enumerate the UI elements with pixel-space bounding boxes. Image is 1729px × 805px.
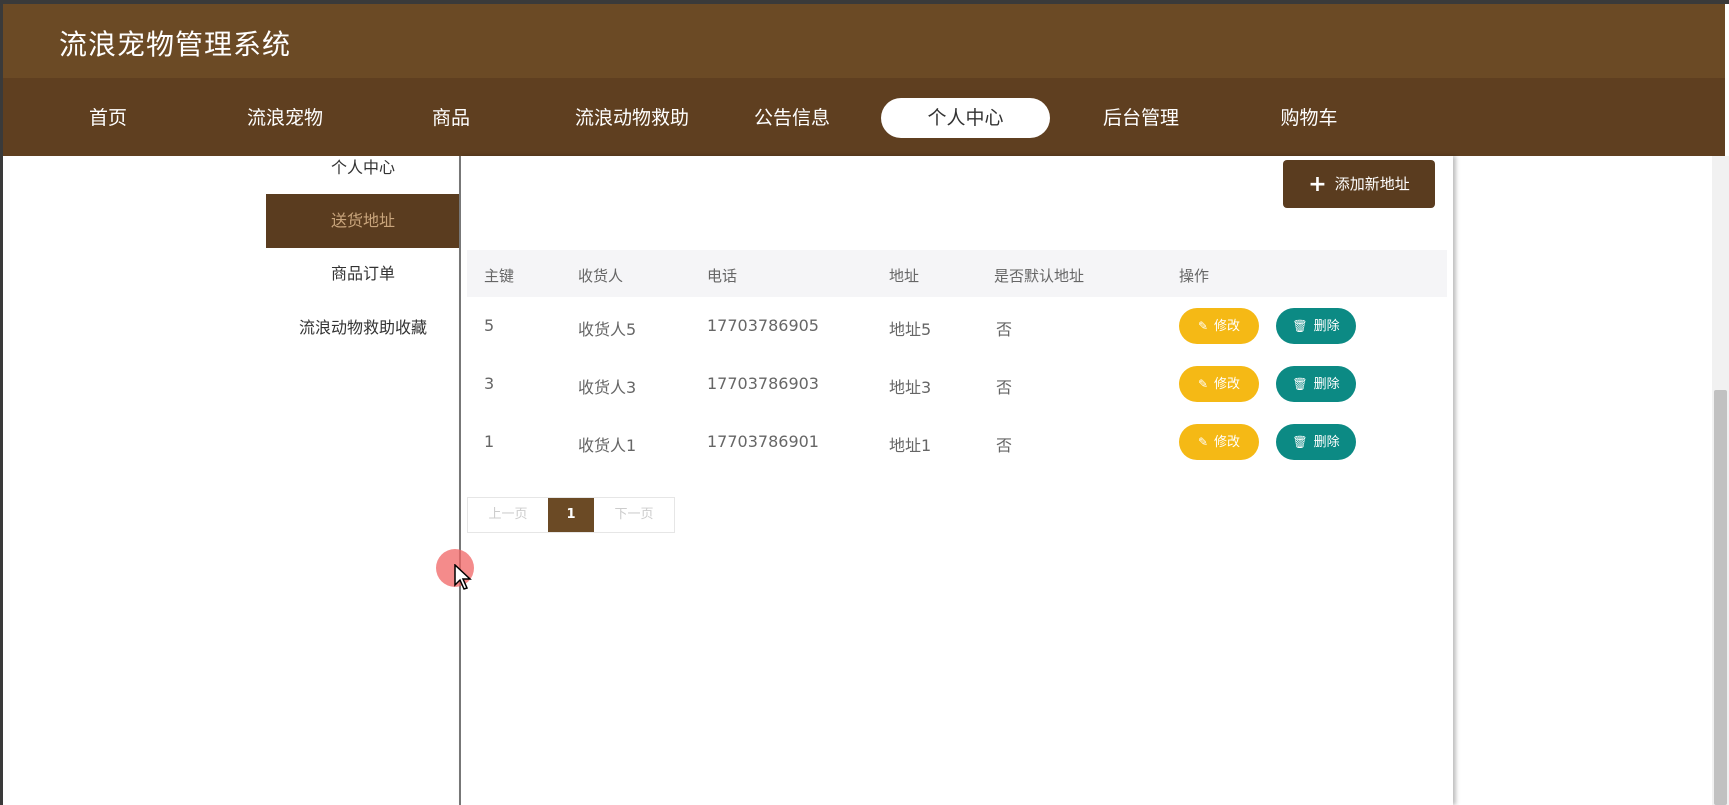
nav-item-personal-center[interactable]: 个人中心 — [881, 98, 1050, 138]
table-row: 3 收货人3 17703786903 地址3 否 ✎ 修改 🗑 删除 — [467, 356, 1447, 414]
column-header-phone: 电话 — [707, 267, 738, 285]
sidebar: 个人中心 送货地址 商品订单 流浪动物救助收藏 — [266, 156, 460, 805]
sidebar-item-rescue-favorites[interactable]: 流浪动物救助收藏 — [266, 302, 460, 354]
delete-button[interactable]: 🗑 删除 — [1276, 308, 1356, 344]
cell-receiver: 收货人3 — [578, 378, 637, 397]
edit-label: 修改 — [1214, 377, 1241, 392]
nav-item-admin[interactable]: 后台管理 — [1086, 98, 1196, 138]
delete-label: 删除 — [1313, 435, 1340, 450]
cell-receiver: 收货人1 — [578, 436, 637, 455]
cell-phone: 17703786901 — [707, 432, 819, 451]
pencil-icon: ✎ — [1197, 435, 1209, 449]
pencil-icon: ✎ — [1197, 319, 1209, 333]
nav-item-cart[interactable]: 购物车 — [1264, 98, 1354, 138]
delete-label: 删除 — [1313, 377, 1340, 392]
cell-phone: 17703786903 — [707, 374, 819, 393]
trash-icon: 🗑 — [1292, 377, 1308, 391]
sidebar-item-addresses[interactable]: 送货地址 — [266, 194, 460, 248]
mouse-cursor-icon — [454, 564, 472, 590]
delete-label: 删除 — [1313, 319, 1340, 334]
page-button-current[interactable]: 1 — [548, 498, 594, 532]
delete-button[interactable]: 🗑 删除 — [1276, 366, 1356, 402]
table-row: 5 收货人5 17703786905 地址5 否 ✎ 修改 🗑 删除 — [467, 298, 1447, 356]
edit-label: 修改 — [1214, 435, 1241, 450]
add-address-button[interactable]: + 添加新地址 — [1283, 160, 1435, 208]
sidebar-item-personal-center[interactable]: 个人中心 — [266, 156, 460, 196]
table-header: 主键 收货人 电话 地址 是否默认地址 操作 — [467, 250, 1447, 297]
add-address-label: 添加新地址 — [1334, 175, 1410, 193]
site-title: 流浪宠物管理系统 — [59, 28, 292, 61]
site-header: 流浪宠物管理系统 — [3, 4, 1725, 78]
trash-icon: 🗑 — [1292, 319, 1308, 333]
edit-button[interactable]: ✎ 修改 — [1179, 308, 1259, 344]
next-page-button[interactable]: 下一页 — [594, 498, 674, 532]
cell-id: 5 — [484, 316, 495, 335]
column-header-address: 地址 — [889, 267, 920, 285]
delete-button[interactable]: 🗑 删除 — [1276, 424, 1356, 460]
trash-icon: 🗑 — [1292, 435, 1308, 449]
edit-label: 修改 — [1214, 319, 1241, 334]
sidebar-item-orders[interactable]: 商品订单 — [266, 248, 460, 300]
prev-page-button[interactable]: 上一页 — [468, 498, 548, 532]
cell-id: 3 — [484, 374, 495, 393]
main-nav: 首页 流浪宠物 商品 流浪动物救助 公告信息 个人中心 后台管理 购物车 — [3, 78, 1725, 156]
nav-item-rescue[interactable]: 流浪动物救助 — [557, 98, 707, 138]
cell-receiver: 收货人5 — [578, 320, 637, 339]
cell-phone: 17703786905 — [707, 316, 819, 335]
pencil-icon: ✎ — [1197, 377, 1209, 391]
cell-address: 地址5 — [889, 320, 932, 339]
column-header-receiver: 收货人 — [578, 267, 624, 285]
cell-address: 地址1 — [889, 436, 932, 455]
table-row: 1 收货人1 17703786901 地址1 否 ✎ 修改 🗑 删除 — [467, 414, 1447, 472]
cell-default: 否 — [996, 436, 1013, 455]
cell-default: 否 — [996, 320, 1013, 339]
column-header-default: 是否默认地址 — [994, 267, 1085, 285]
nav-item-notices[interactable]: 公告信息 — [737, 98, 847, 138]
edit-button[interactable]: ✎ 修改 — [1179, 366, 1259, 402]
cell-default: 否 — [996, 378, 1013, 397]
scrollbar-thumb[interactable] — [1714, 390, 1727, 805]
column-header-actions: 操作 — [1179, 267, 1210, 285]
edit-button[interactable]: ✎ 修改 — [1179, 424, 1259, 460]
nav-item-stray-pets[interactable]: 流浪宠物 — [235, 98, 335, 138]
cell-address: 地址3 — [889, 378, 932, 397]
column-header-id: 主键 — [484, 267, 515, 285]
nav-item-products[interactable]: 商品 — [421, 98, 481, 138]
plus-icon: + — [1308, 172, 1327, 197]
nav-item-home[interactable]: 首页 — [78, 98, 138, 138]
cell-id: 1 — [484, 432, 495, 451]
pagination: 上一页 1 下一页 — [467, 497, 675, 533]
